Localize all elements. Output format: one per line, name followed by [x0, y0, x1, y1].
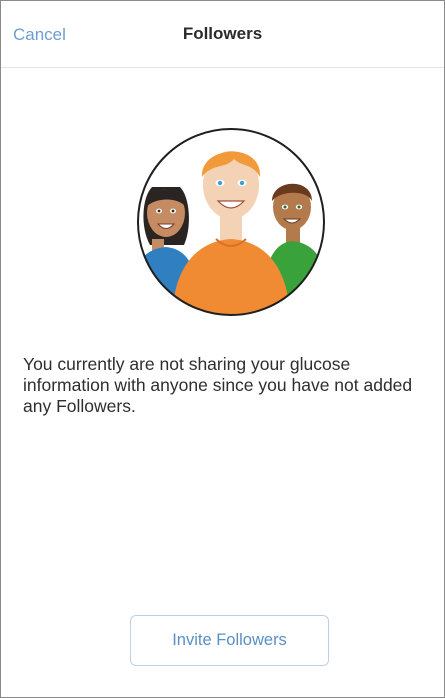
followers-group-illustration-icon [137, 128, 325, 316]
invite-followers-label: Invite Followers [172, 631, 287, 649]
page-title: Followers [182, 24, 263, 43]
followers-illustration [122, 127, 340, 317]
navigation-bar: Cancel Followers [1, 1, 444, 68]
invite-followers-button[interactable]: Invite Followers [130, 615, 329, 666]
screen: Cancel Followers You currently are not s… [0, 0, 445, 698]
no-followers-message: You currently are not sharing your gluco… [23, 354, 413, 416]
